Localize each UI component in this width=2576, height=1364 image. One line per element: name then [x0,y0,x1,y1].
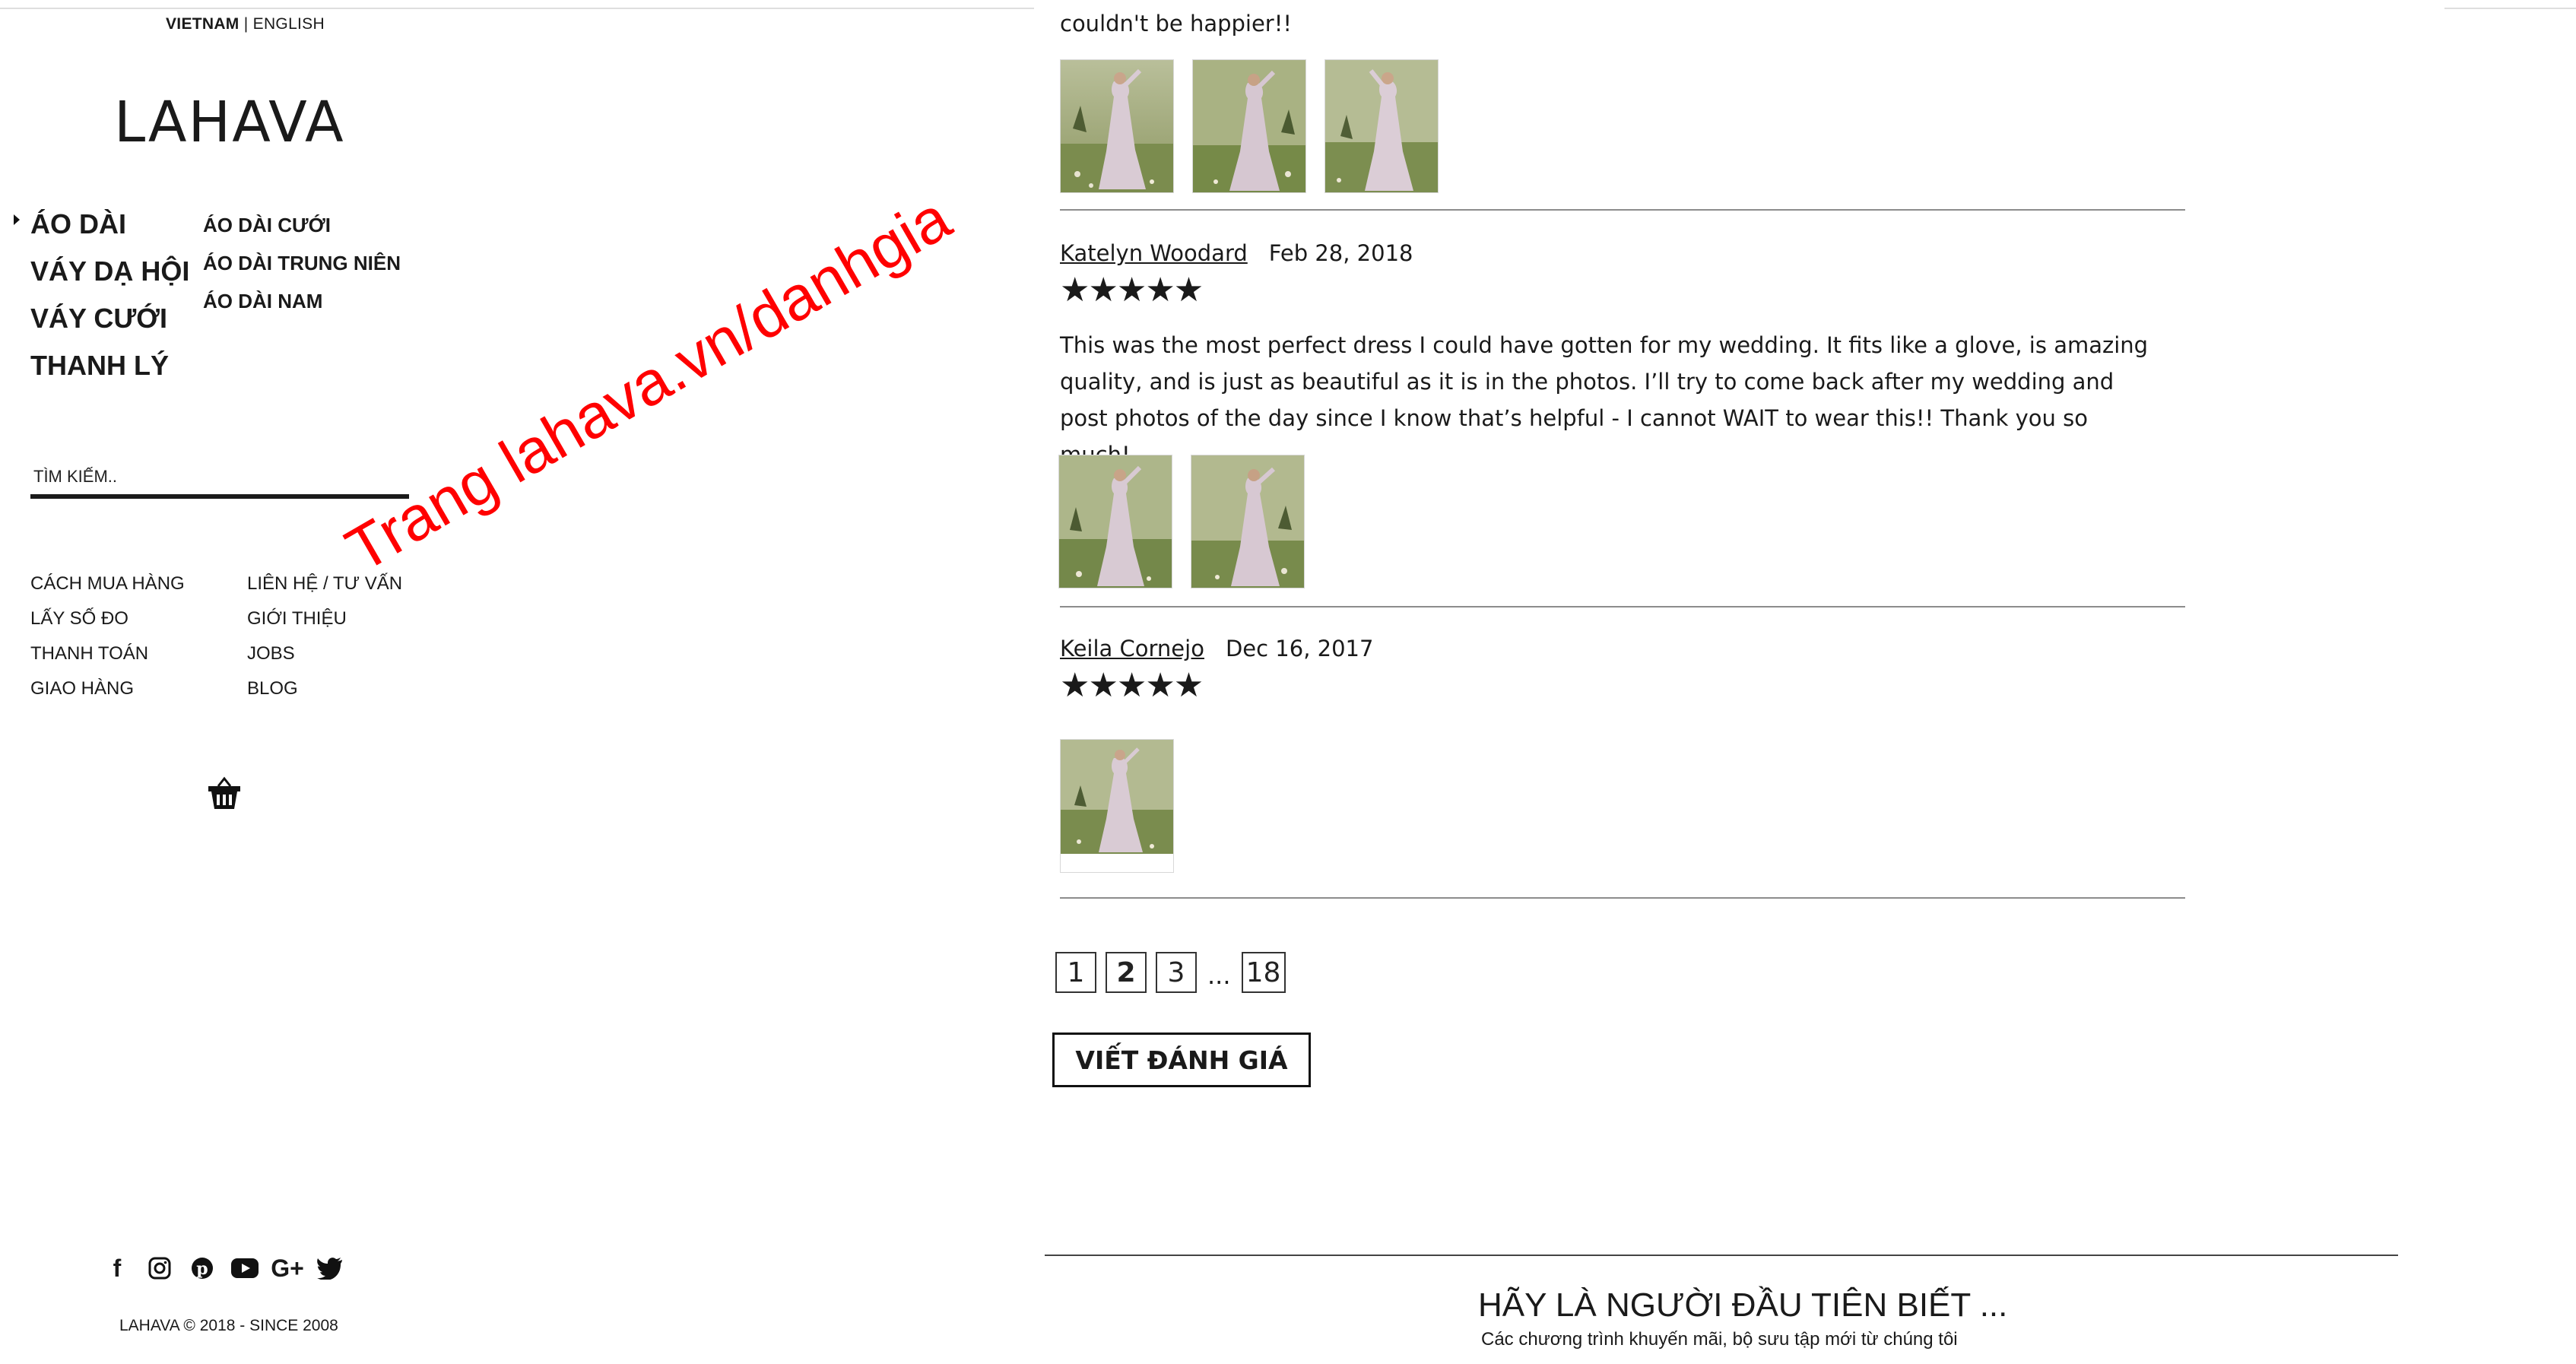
newsletter-subtitle: Các chương trình khuyến mãi, bộ sưu tập … [1481,1329,1958,1350]
lang-vietnam-link[interactable]: VIETNAM [166,15,240,33]
review-meta: Keila Cornejo Dec 16, 2017 [1060,636,1373,661]
caret-right-icon [14,214,20,225]
google-plus-icon[interactable]: G+ [271,1253,304,1283]
watermark-text: Trang lahava.vn/danhgia [335,183,963,585]
youtube-icon[interactable] [229,1253,261,1283]
link-thanh-toan[interactable]: THANH TOÁN [30,640,185,675]
review-photos-2 [1058,455,1305,588]
top-divider-right [2444,8,2576,9]
menu-item-vay-cuoi[interactable]: VÁY CƯỚI [30,298,189,345]
review-divider [1060,606,2185,607]
review-photos-3 [1060,739,1174,873]
brand-logo[interactable]: LAHAVA [114,90,345,155]
link-giao-hang[interactable]: GIAO HÀNG [30,675,185,710]
facebook-icon[interactable]: f [101,1253,133,1283]
link-blog[interactable]: BLOG [247,675,402,710]
pinterest-icon[interactable]: p [186,1253,218,1283]
pagination-ellipsis: ... [1207,961,1231,990]
review-date: Feb 28, 2018 [1268,240,1413,266]
copyright-text: LAHAVA © 2018 - SINCE 2008 [119,1317,338,1334]
menu-item-ao-dai[interactable]: ÁO DÀI [30,204,189,251]
link-jobs[interactable]: JOBS [247,640,402,675]
info-links-right: LIÊN HỆ / TƯ VẤN GIỚI THIỆU JOBS BLOG [247,570,402,710]
review-author-link[interactable]: Katelyn Woodard [1060,240,1248,266]
star-rating: ★★★★★ [1060,667,1204,704]
submenu-item-ao-dai-cuoi[interactable]: ÁO DÀI CƯỚI [203,211,401,249]
lang-english-link[interactable]: ENGLISH [253,15,325,33]
link-gioi-thieu[interactable]: GIỚI THIỆU [247,605,402,640]
review-photo-thumbnail[interactable] [1324,59,1439,193]
svg-text:p: p [196,1259,208,1279]
page: VIETNAM | ENGLISH LAHAVA ÁO DÀI VÁY DẠ H… [0,0,2576,1364]
social-links: f p G+ [101,1253,346,1283]
language-switcher: VIETNAM | ENGLISH [166,15,325,33]
sub-category-menu: ÁO DÀI CƯỚI ÁO DÀI TRUNG NIÊN ÁO DÀI NAM [203,211,401,325]
twitter-icon[interactable] [314,1253,346,1283]
menu-item-vay-da-hoi[interactable]: VÁY DẠ HỘI [30,251,189,298]
review-body: This was the most perfect dress I could … [1060,332,2149,468]
page-button-2[interactable]: 2 [1106,952,1147,993]
menu-item-thanh-ly[interactable]: THANH LÝ [30,345,189,392]
review-photo-thumbnail[interactable] [1058,455,1172,588]
link-lay-so-do[interactable]: LẤY SỐ ĐO [30,605,185,640]
link-cach-mua-hang[interactable]: CÁCH MUA HÀNG [30,570,185,605]
page-button-1[interactable]: 1 [1055,952,1096,993]
search-input[interactable] [30,459,409,499]
review-author-link[interactable]: Keila Cornejo [1060,636,1204,661]
page-button-last[interactable]: 18 [1241,952,1286,993]
write-review-button[interactable]: VIẾT ĐÁNH GIÁ [1052,1033,1311,1087]
review-divider [1060,897,2185,899]
newsletter-divider [1045,1255,2398,1256]
pagination: 1 2 3 ... 18 [1055,952,1286,993]
review-photo-thumbnail[interactable] [1060,59,1174,193]
lang-separator: | [243,15,249,33]
review-photos-1 [1060,59,1439,193]
review-meta: Katelyn Woodard Feb 28, 2018 [1060,240,1413,266]
review-text-fragment: couldn't be happier!! [1060,11,1292,36]
info-links-left: CÁCH MUA HÀNG LẤY SỐ ĐO THANH TOÁN GIAO … [30,570,185,710]
shopping-basket-icon[interactable] [205,776,243,814]
review-photo-thumbnail[interactable] [1191,455,1305,588]
submenu-item-ao-dai-trung-nien[interactable]: ÁO DÀI TRUNG NIÊN [203,249,401,287]
top-divider [0,8,1034,9]
review-date: Dec 16, 2017 [1225,636,1374,661]
star-rating: ★★★★★ [1060,271,1204,309]
review-photo-thumbnail[interactable] [1192,59,1306,193]
newsletter-title: HÃY LÀ NGƯỜI ĐẦU TIÊN BIẾT ... [1478,1286,2008,1324]
review-divider [1060,209,2185,211]
main-category-menu: ÁO DÀI VÁY DẠ HỘI VÁY CƯỚI THANH LÝ [30,204,189,392]
submenu-item-ao-dai-nam[interactable]: ÁO DÀI NAM [203,287,401,325]
instagram-icon[interactable] [144,1253,176,1283]
review-photo-thumbnail[interactable] [1060,739,1174,873]
page-button-3[interactable]: 3 [1156,952,1197,993]
